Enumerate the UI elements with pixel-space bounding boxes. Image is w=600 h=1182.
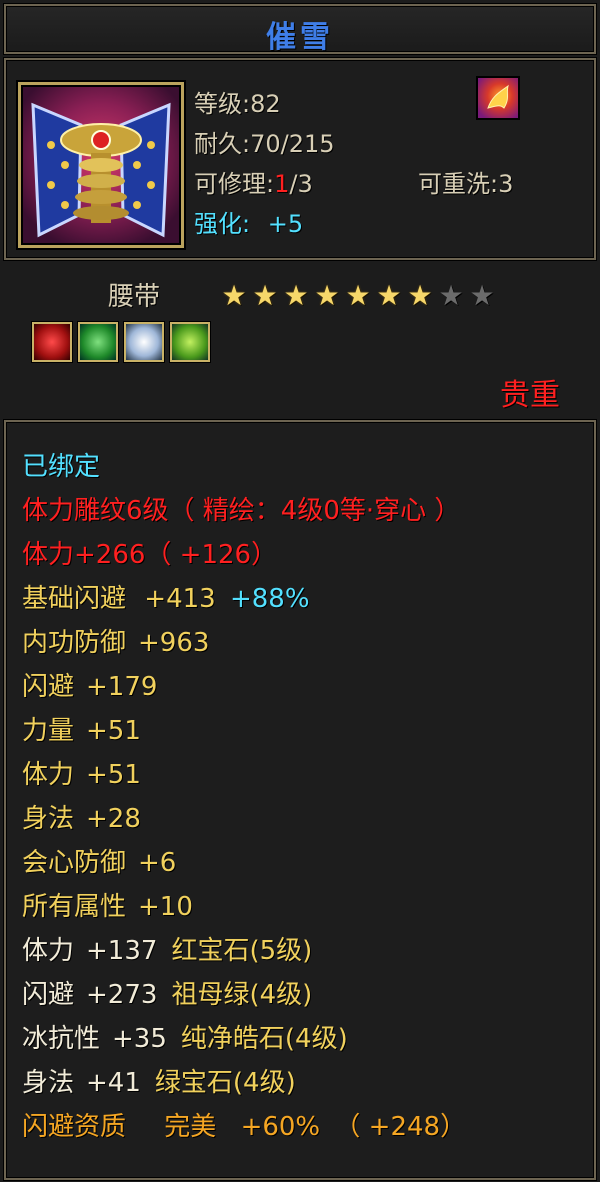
flame-skill-icon[interactable] bbox=[476, 76, 520, 120]
engrave-line: 体力雕纹6级（ 精绘：4级0等·穿心 ） bbox=[22, 496, 461, 526]
stat-line: 会心防御 +6 bbox=[22, 842, 176, 879]
gem-stat-label: 闪避 bbox=[22, 980, 75, 1010]
repair-used: 1 bbox=[274, 170, 290, 198]
emerald-gem-icon[interactable] bbox=[78, 322, 118, 362]
enhance-value: +5 bbox=[267, 210, 304, 238]
quality-grade: 完美 bbox=[164, 1112, 217, 1142]
ruby-gem-icon[interactable] bbox=[32, 322, 72, 362]
quality-pct: +60% bbox=[240, 1112, 321, 1142]
stat-value: +51 bbox=[86, 760, 141, 790]
bound-status: 已绑定 bbox=[22, 452, 101, 482]
stat-line: 体力 +51 bbox=[22, 754, 141, 791]
stats-panel: 已绑定 体力雕纹6级（ 精绘：4级0等·穿心 ） 体力+266（ +126） 基… bbox=[4, 420, 596, 1180]
stat-value: +28 bbox=[86, 804, 141, 834]
gem-stat-level: (4级) bbox=[232, 1068, 296, 1098]
enhance-row: 强化: +5 bbox=[194, 204, 303, 239]
stat-label: 身法 bbox=[22, 804, 75, 834]
base-dodge-label: 基础闪避 bbox=[22, 584, 127, 614]
rarity-label: 贵重 bbox=[500, 378, 560, 413]
gem-stat-label: 冰抗性 bbox=[22, 1024, 101, 1054]
gem-stat-value: +273 bbox=[86, 980, 158, 1010]
type-panel: 腰带 ★ ★ ★ ★ ★ ★ ★ ★ ★ 贵重 bbox=[4, 264, 592, 413]
star-empty-icon: ★ bbox=[469, 279, 495, 312]
star-filled-icon: ★ bbox=[345, 279, 371, 312]
diamond-gem-icon[interactable] bbox=[124, 322, 164, 362]
item-tooltip: 催雪 等级:82 耐久:70/215 可修理:1/3 可重洗:3 强化: +5 … bbox=[0, 0, 600, 1182]
stat-line: 内功防御 +963 bbox=[22, 622, 209, 659]
item-name: 催雪 bbox=[266, 20, 334, 55]
level-value: :82 bbox=[242, 90, 281, 118]
stat-value: +963 bbox=[138, 628, 210, 658]
gem-stat-label: 身法 bbox=[22, 1068, 75, 1098]
gem-stat-line: 闪避 +273 祖母绿(4级) bbox=[22, 974, 312, 1011]
quality-extra: （ +248） bbox=[334, 1112, 467, 1142]
stat-value: +10 bbox=[138, 892, 193, 922]
gem-stat-gem: 纯净皓石 bbox=[180, 1024, 285, 1054]
stat-label: 所有属性 bbox=[22, 892, 127, 922]
vitality-main-line: 体力+266（ +126） bbox=[22, 540, 278, 570]
base-dodge-pct: +88% bbox=[229, 584, 310, 614]
gem-stat-line: 体力 +137 红宝石(5级) bbox=[22, 930, 312, 967]
gem-stat-value: +41 bbox=[86, 1068, 141, 1098]
star-filled-icon: ★ bbox=[314, 279, 340, 312]
gem-stat-value: +137 bbox=[86, 936, 158, 966]
stat-line: 所有属性 +10 bbox=[22, 886, 193, 923]
stat-label: 力量 bbox=[22, 716, 75, 746]
star-filled-icon: ★ bbox=[376, 279, 402, 312]
durability-row: 耐久:70/215 bbox=[194, 124, 335, 159]
gem-stat-line: 冰抗性 +35 纯净皓石(4级) bbox=[22, 1018, 348, 1055]
item-info-panel: 等级:82 耐久:70/215 可修理:1/3 可重洗:3 强化: +5 bbox=[4, 58, 596, 260]
gem-stat-gem: 祖母绿 bbox=[171, 980, 250, 1010]
stat-line: 力量 +51 bbox=[22, 710, 141, 747]
gem-stat-gem: 绿宝石 bbox=[154, 1068, 233, 1098]
repair-row: 可修理:1/3 bbox=[194, 164, 313, 199]
stat-label: 会心防御 bbox=[22, 848, 127, 878]
stat-line: 闪避 +179 bbox=[22, 666, 157, 703]
quality-line: 闪避资质 完美 +60% （ +248） bbox=[22, 1106, 466, 1143]
title-bar: 催雪 bbox=[4, 4, 596, 55]
gem-stat-gem: 红宝石 bbox=[171, 936, 250, 966]
stat-value: +51 bbox=[86, 716, 141, 746]
gem-stat-level: (4级) bbox=[284, 1024, 348, 1054]
item-type: 腰带 bbox=[108, 282, 161, 312]
gem-stat-line: 身法 +41 绿宝石(4级) bbox=[22, 1062, 296, 1099]
base-dodge-value: +413 bbox=[144, 584, 216, 614]
level-row: 等级:82 bbox=[194, 84, 281, 119]
base-dodge-line: 基础闪避 +413 +88% bbox=[22, 578, 310, 615]
gem-stat-label: 体力 bbox=[22, 936, 75, 966]
star-filled-icon: ★ bbox=[252, 279, 278, 312]
star-filled-icon: ★ bbox=[221, 279, 247, 312]
rewash-label: 可重洗 bbox=[418, 170, 490, 198]
star-filled-icon: ★ bbox=[407, 279, 433, 312]
belt-item-icon bbox=[18, 82, 184, 248]
repair-colon: : bbox=[266, 170, 275, 198]
stat-value: +179 bbox=[86, 672, 158, 702]
stat-label: 闪避 bbox=[22, 672, 75, 702]
star-empty-icon: ★ bbox=[438, 279, 464, 312]
stat-label: 体力 bbox=[22, 760, 75, 790]
rewash-value: :3 bbox=[490, 170, 514, 198]
durability-value: :70/215 bbox=[242, 130, 335, 158]
green-gem-icon[interactable] bbox=[170, 322, 210, 362]
repair-label: 可修理 bbox=[194, 170, 266, 198]
stat-label: 内功防御 bbox=[22, 628, 127, 658]
enhance-label: 强化: bbox=[194, 210, 251, 238]
gem-stat-value: +35 bbox=[112, 1024, 167, 1054]
star-filled-icon: ★ bbox=[283, 279, 309, 312]
quality-label: 闪避资质 bbox=[22, 1112, 127, 1142]
stat-value: +6 bbox=[138, 848, 177, 878]
repair-total: /3 bbox=[289, 170, 313, 198]
rewash-row: 可重洗:3 bbox=[418, 164, 513, 199]
durability-label: 耐久 bbox=[194, 130, 242, 158]
gem-stat-level: (5级) bbox=[249, 936, 313, 966]
stat-line: 身法 +28 bbox=[22, 798, 141, 835]
gem-stat-level: (4级) bbox=[249, 980, 313, 1010]
level-label: 等级 bbox=[194, 90, 242, 118]
